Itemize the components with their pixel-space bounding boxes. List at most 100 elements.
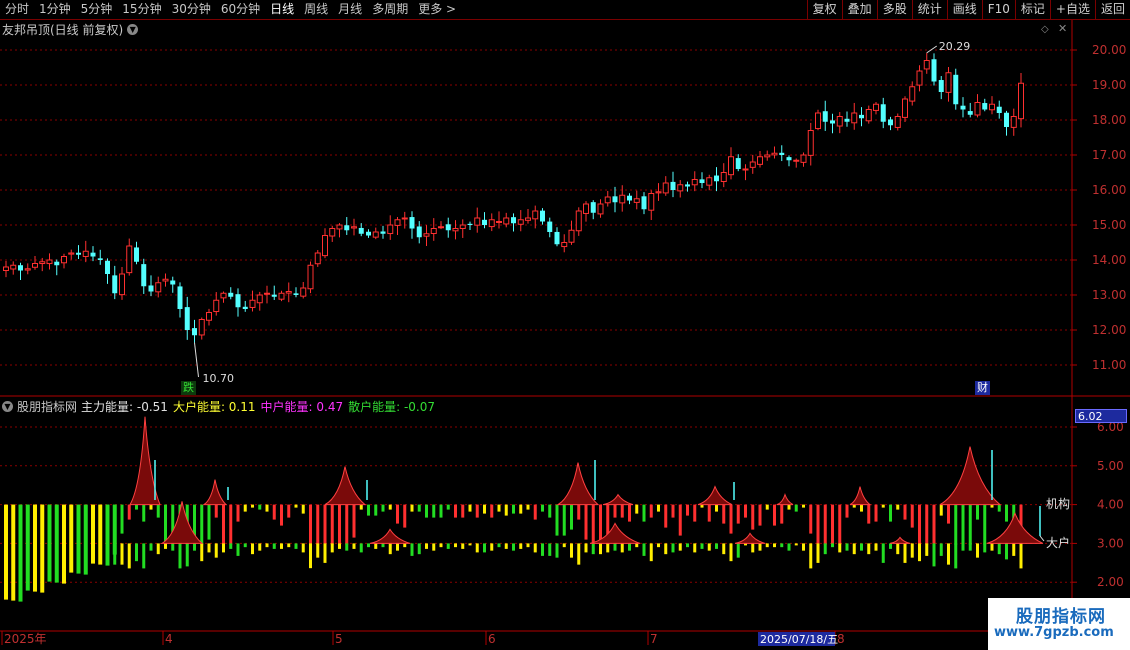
- candle-body-up: [314, 252, 321, 265]
- indicator-item-3: 散户能量: -0.07: [348, 400, 436, 414]
- candle-body-up: [923, 60, 930, 70]
- period-tab-5[interactable]: 60分钟: [216, 0, 265, 19]
- candle-body-down: [888, 119, 893, 126]
- energy-bar-institution: [381, 504, 385, 512]
- energy-bar-institution: [207, 504, 211, 540]
- indicator-name: 股朋指标网: [17, 400, 78, 414]
- energy-bar-bigholder: [533, 543, 537, 553]
- candle-body-up: [46, 259, 53, 265]
- energy-bar-institution: [374, 504, 378, 516]
- candle-body-down: [779, 152, 785, 155]
- energy-bar-bigholder: [475, 543, 479, 553]
- candle-body-up: [619, 194, 626, 204]
- action-button-7[interactable]: +自选: [1049, 0, 1095, 19]
- energy-bar-institution: [548, 504, 552, 518]
- energy-bar-bigholder: [765, 543, 769, 548]
- energy-bar-bigholder: [171, 543, 175, 551]
- candle-body-down: [880, 104, 886, 122]
- candle-body-up: [61, 256, 67, 264]
- fall-badge[interactable]: 跌: [181, 381, 196, 395]
- energy-bar-institution: [410, 504, 414, 512]
- energy-bar-early: [40, 504, 45, 593]
- institution-hump: [324, 466, 367, 506]
- candle-body-down: [1004, 112, 1009, 127]
- candle-body-up: [517, 219, 524, 225]
- price-tick-label: 15.00: [1092, 218, 1126, 232]
- candle-body-up: [372, 231, 379, 238]
- candle-body-up: [807, 130, 814, 156]
- energy-bar-bigholder: [512, 543, 515, 551]
- chevron-down-icon[interactable]: ▼: [2, 401, 13, 412]
- energy-bar-institution: [417, 504, 421, 512]
- energy-bar-bigholder: [990, 543, 994, 551]
- candle-body-up: [1018, 82, 1024, 120]
- energy-bar-bigholder: [1019, 543, 1023, 569]
- chevron-down-icon[interactable]: ▼: [127, 24, 139, 35]
- energy-bar-bigholder: [193, 543, 196, 551]
- action-button-4[interactable]: 画线: [946, 0, 982, 19]
- candle-body-down: [366, 231, 371, 236]
- price-tick-label: 11.00: [1092, 358, 1126, 372]
- period-tab-6[interactable]: 日线: [265, 0, 299, 19]
- period-tab-3[interactable]: 15分钟: [117, 0, 166, 19]
- energy-bar-institution: [555, 504, 559, 536]
- energy-bar-bigholder: [461, 543, 465, 549]
- energy-bar-institution: [591, 504, 595, 544]
- energy-bar-bigholder: [758, 543, 762, 551]
- energy-bar-bigholder: [874, 543, 878, 551]
- candle-body-up: [126, 245, 133, 274]
- energy-bar-bigholder: [425, 543, 428, 549]
- period-tab-10[interactable]: 更多 >: [413, 0, 461, 19]
- action-button-2[interactable]: 多股: [876, 0, 912, 19]
- energy-bar-bigholder: [156, 543, 160, 555]
- indicator-item-2: 中户能量: 0.47: [260, 400, 344, 414]
- action-button-1[interactable]: 叠加: [841, 0, 877, 19]
- energy-bar-bigholder: [468, 543, 472, 546]
- period-tab-9[interactable]: 多周期: [367, 0, 413, 19]
- energy-bar-bigholder: [367, 543, 370, 548]
- energy-bar-bigholder: [526, 543, 530, 548]
- candle-body-down: [547, 221, 553, 232]
- candle-body-down: [97, 258, 103, 260]
- candle-body-up: [488, 219, 495, 228]
- energy-bar-institution: [265, 504, 269, 512]
- period-tab-7[interactable]: 周线: [299, 0, 333, 19]
- energy-bar-institution: [280, 504, 283, 526]
- candle-body-down: [177, 286, 183, 309]
- institution-hump: [697, 485, 733, 506]
- energy-bar-institution: [729, 504, 733, 534]
- close-icon[interactable]: ✕: [1058, 22, 1067, 35]
- diamond-icon[interactable]: ◇: [1041, 24, 1049, 35]
- period-tab-8[interactable]: 月线: [333, 0, 367, 19]
- energy-bar-early: [91, 504, 95, 564]
- energy-bar-institution: [816, 504, 820, 545]
- action-button-8[interactable]: 返回: [1094, 0, 1130, 19]
- main-chart-title[interactable]: 友邦吊顶(日线 前复权) ▼: [2, 21, 139, 38]
- current-value-label: 6.02: [1075, 409, 1127, 423]
- energy-bar-bigholder: [686, 543, 689, 548]
- energy-bar-institution: [867, 504, 871, 524]
- period-tab-1[interactable]: 1分钟: [34, 0, 76, 19]
- label-pointer: [1039, 535, 1045, 542]
- candle-body-down: [184, 307, 190, 330]
- energy-bar-institution: [570, 504, 573, 530]
- candle-body-down: [192, 328, 197, 336]
- energy-bar-bigholder: [823, 543, 827, 555]
- action-button-5[interactable]: F10: [981, 0, 1015, 19]
- energy-bar-institution: [671, 504, 675, 518]
- watermark-url: www.7gpzb.com: [994, 625, 1114, 640]
- candle-body-down: [786, 157, 792, 161]
- finance-badge[interactable]: 财: [975, 381, 990, 395]
- energy-bar-institution: [845, 504, 849, 518]
- period-tab-2[interactable]: 5分钟: [76, 0, 118, 19]
- action-button-6[interactable]: 标记: [1014, 0, 1050, 19]
- period-tab-0[interactable]: 分时: [0, 0, 34, 19]
- bigholder-hump: [889, 536, 911, 544]
- energy-bar-bigholder: [671, 543, 675, 553]
- energy-bar-bigholder: [562, 543, 566, 548]
- action-button-3[interactable]: 统计: [911, 0, 947, 19]
- energy-bar-bigholder: [272, 543, 276, 549]
- action-button-0[interactable]: 复权: [806, 0, 842, 19]
- period-tab-4[interactable]: 30分钟: [167, 0, 216, 19]
- energy-bar-institution: [635, 504, 639, 514]
